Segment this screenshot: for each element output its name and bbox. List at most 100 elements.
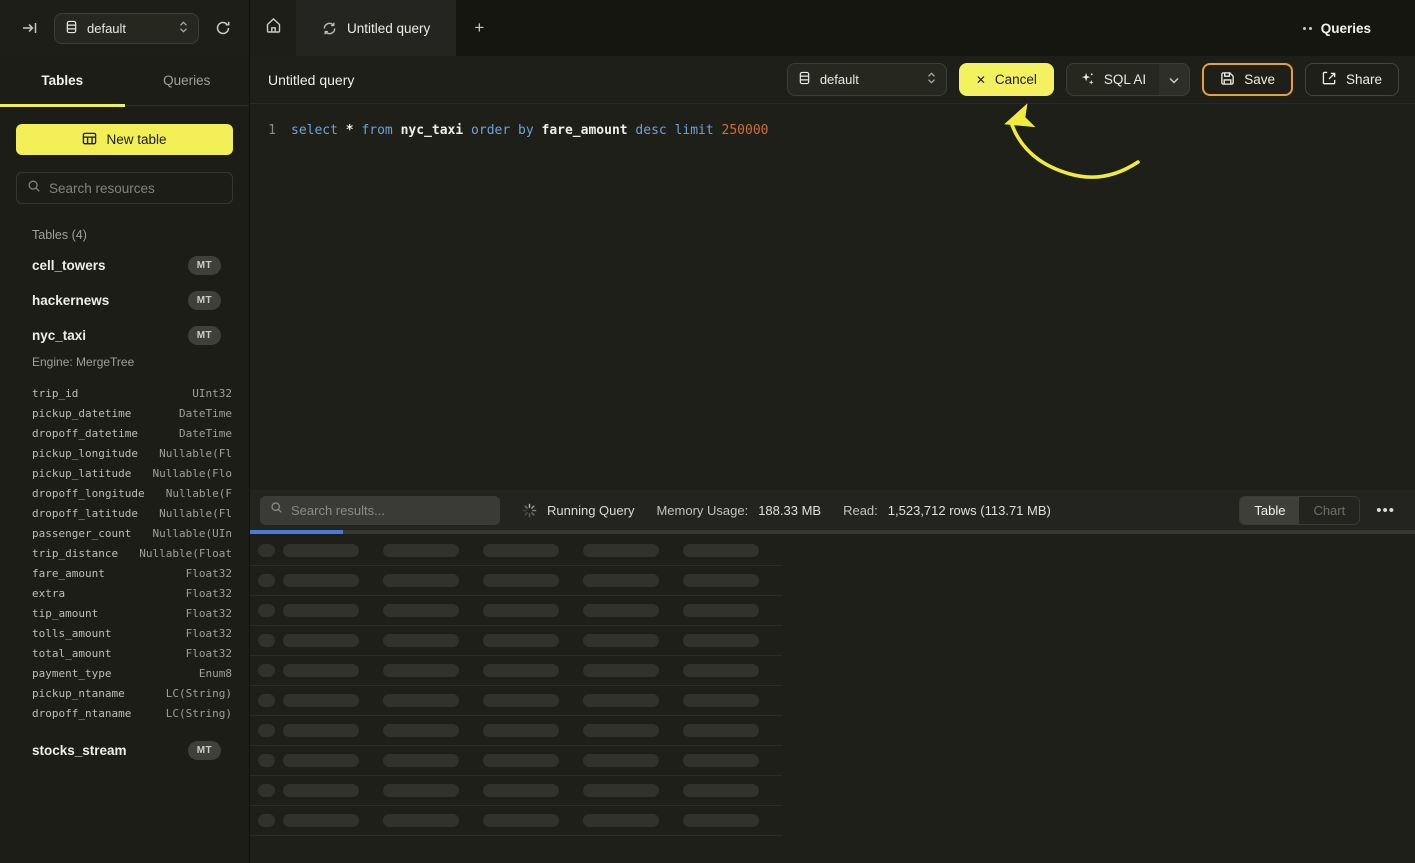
resource-search[interactable] bbox=[16, 172, 233, 204]
sidebar-tabs: Tables Queries bbox=[0, 56, 249, 106]
sql-token: desc bbox=[635, 123, 666, 138]
read-label: Read: bbox=[843, 503, 878, 518]
column-row[interactable]: passenger_count Nullable(UIn bbox=[0, 523, 249, 543]
query-tab[interactable]: Untitled query bbox=[296, 0, 456, 56]
skeleton-cell bbox=[383, 604, 459, 617]
resource-search-input[interactable] bbox=[49, 181, 222, 196]
tables-section-label: Tables (4) bbox=[32, 228, 249, 242]
engine-badge: MT bbox=[188, 326, 221, 345]
column-name: fare_amount bbox=[32, 567, 105, 580]
sql-token: order bbox=[471, 123, 510, 138]
tabbar-spacer bbox=[502, 0, 1302, 56]
sidebar-tab-queries[interactable]: Queries bbox=[125, 56, 250, 105]
skeleton-row bbox=[250, 776, 782, 806]
share-button[interactable]: Share bbox=[1305, 63, 1399, 96]
column-row[interactable]: pickup_datetimeDateTime bbox=[0, 403, 249, 423]
column-row[interactable]: dropoff_latitudeNullable(Fl bbox=[0, 503, 249, 523]
queries-icon bbox=[1303, 27, 1312, 30]
sidebar: Tables Queries New table Tables (4) cell… bbox=[0, 56, 250, 863]
queries-label: Queries bbox=[1321, 21, 1371, 36]
skeleton-cell bbox=[483, 724, 559, 737]
chevron-updown-icon bbox=[179, 21, 188, 36]
skeleton-row bbox=[250, 596, 782, 626]
more-options-button[interactable]: ••• bbox=[1372, 500, 1399, 521]
skeleton-cell bbox=[383, 574, 459, 587]
column-row[interactable]: pickup_longitudeNullable(Fl bbox=[0, 443, 249, 463]
share-label: Share bbox=[1346, 72, 1382, 87]
column-row[interactable]: dropoff_datetimeDateTime bbox=[0, 423, 249, 443]
column-type: Float32 bbox=[186, 627, 232, 640]
sql-token: select bbox=[291, 123, 338, 138]
search-icon bbox=[270, 501, 283, 519]
topbar-database-select[interactable]: default bbox=[54, 13, 199, 44]
skeleton-cell bbox=[258, 574, 275, 587]
column-row[interactable]: pickup_ntanameLC(String) bbox=[0, 683, 249, 703]
sql-ai-button[interactable]: SQL AI bbox=[1067, 64, 1159, 95]
column-type: Enum8 bbox=[199, 667, 232, 680]
skeleton-cell bbox=[483, 784, 559, 797]
column-row[interactable]: dropoff_ntanameLC(String) bbox=[0, 703, 249, 723]
skeleton-cell bbox=[683, 634, 759, 647]
column-type: Float32 bbox=[186, 647, 232, 660]
column-name: extra bbox=[32, 587, 65, 600]
column-row[interactable]: trip_distanceNullable(Float bbox=[0, 543, 249, 563]
table-item-hackernews[interactable]: hackernews MT bbox=[0, 283, 249, 318]
sidebar-tab-tables[interactable]: Tables bbox=[0, 56, 125, 105]
column-row[interactable]: dropoff_longitudeNullable(F bbox=[0, 483, 249, 503]
read-value: 1,523,712 rows (113.71 MB) bbox=[888, 503, 1051, 518]
queries-link[interactable]: Queries bbox=[1303, 0, 1415, 56]
skeleton-row bbox=[250, 686, 782, 716]
sql-token bbox=[667, 123, 675, 138]
skeleton-cell bbox=[283, 634, 359, 647]
results-toolbar: Running Query Memory Usage: 188.33 MB Re… bbox=[250, 490, 1415, 530]
save-button[interactable]: Save bbox=[1202, 63, 1293, 96]
column-row[interactable]: extraFloat32 bbox=[0, 583, 249, 603]
column-row[interactable]: payment_typeEnum8 bbox=[0, 663, 249, 683]
skeleton-row bbox=[250, 716, 782, 746]
table-item-cell-towers[interactable]: cell_towers MT bbox=[0, 248, 249, 283]
column-row[interactable]: tip_amountFloat32 bbox=[0, 603, 249, 623]
header-database-select[interactable]: default bbox=[787, 63, 947, 96]
skeleton-cell bbox=[283, 814, 359, 827]
column-row[interactable]: total_amountFloat32 bbox=[0, 643, 249, 663]
column-row[interactable]: pickup_latitudeNullable(Flo bbox=[0, 463, 249, 483]
results-loading-skeleton bbox=[250, 534, 1415, 863]
results-search-input[interactable] bbox=[291, 503, 490, 518]
memory-value: 188.33 MB bbox=[758, 503, 821, 518]
sql-token bbox=[714, 123, 722, 138]
column-row[interactable]: fare_amountFloat32 bbox=[0, 563, 249, 583]
sql-ai-dropdown[interactable] bbox=[1159, 64, 1189, 95]
table-engine-label: Engine: MergeTree bbox=[0, 353, 249, 379]
refresh-icon[interactable] bbox=[211, 16, 235, 40]
column-type: DateTime bbox=[179, 407, 232, 420]
sql-editor[interactable]: 1 select * from nyc_taxi order by fare_a… bbox=[250, 104, 1415, 490]
new-table-button[interactable]: New table bbox=[16, 124, 233, 155]
skeleton-cell bbox=[258, 724, 275, 737]
skeleton-cell bbox=[383, 754, 459, 767]
skeleton-cell bbox=[483, 694, 559, 707]
home-icon bbox=[265, 17, 282, 39]
view-toggle-chart[interactable]: Chart bbox=[1299, 497, 1359, 524]
column-name: dropoff_datetime bbox=[32, 427, 138, 440]
collapse-sidebar-icon[interactable] bbox=[18, 16, 42, 40]
cancel-button[interactable]: ✕ Cancel bbox=[959, 63, 1054, 96]
column-row[interactable]: trip_idUInt32 bbox=[0, 383, 249, 403]
nyc-taxi-columns: trip_idUInt32pickup_datetimeDateTimedrop… bbox=[0, 379, 249, 733]
skeleton-cell bbox=[583, 754, 659, 767]
results-search[interactable] bbox=[260, 496, 500, 525]
sql-token: by bbox=[518, 123, 534, 138]
table-item-stocks-stream[interactable]: stocks_stream MT bbox=[0, 733, 249, 768]
new-tab-button[interactable]: + bbox=[456, 0, 502, 56]
skeleton-cell bbox=[683, 724, 759, 737]
view-toggle-table[interactable]: Table bbox=[1240, 497, 1299, 524]
close-icon: ✕ bbox=[976, 73, 986, 87]
skeleton-cell bbox=[258, 694, 275, 707]
new-table-label: New table bbox=[106, 132, 166, 147]
home-tab[interactable] bbox=[250, 0, 296, 56]
column-row[interactable]: tolls_amountFloat32 bbox=[0, 623, 249, 643]
sql-token: 250000 bbox=[722, 123, 769, 138]
column-name: passenger_count bbox=[32, 527, 131, 540]
query-title: Untitled query bbox=[268, 72, 354, 88]
column-type: Nullable(UIn bbox=[153, 527, 232, 540]
table-item-nyc-taxi[interactable]: nyc_taxi MT bbox=[0, 318, 249, 353]
